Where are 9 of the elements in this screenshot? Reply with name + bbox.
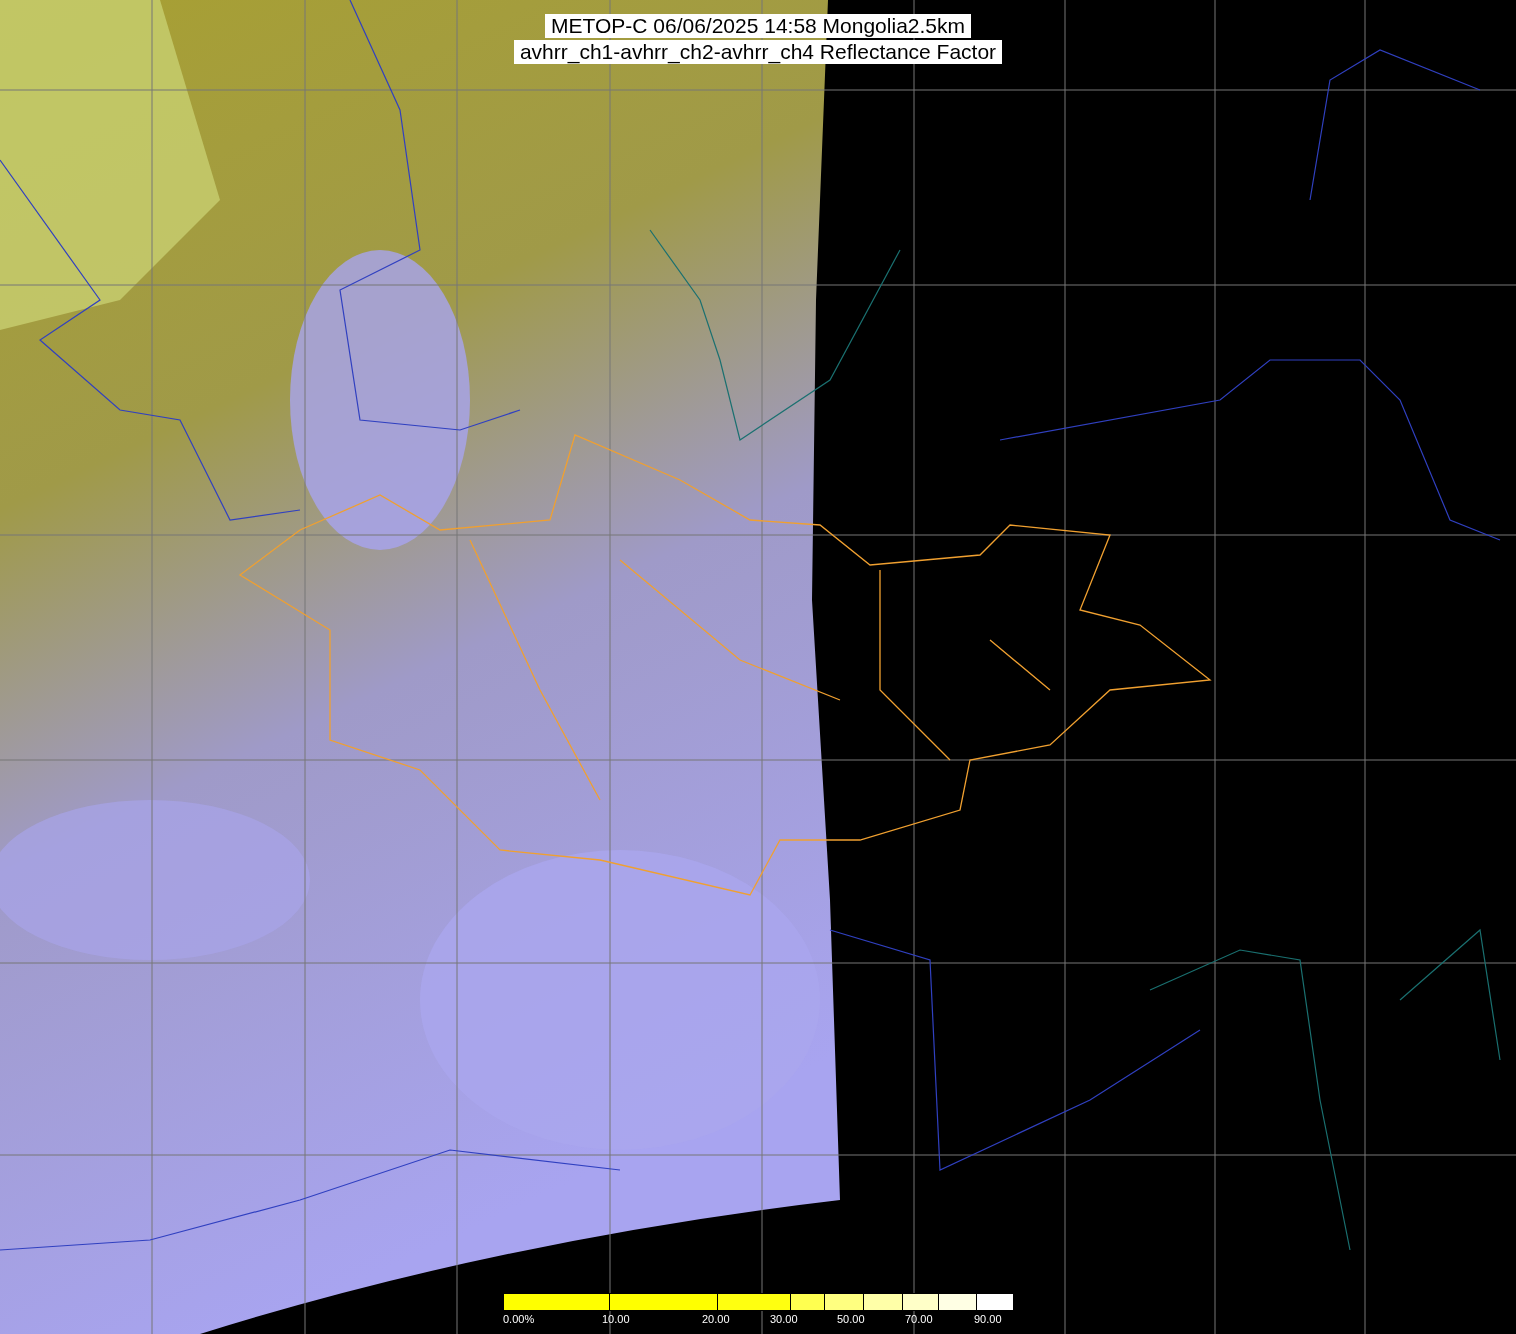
colorbar-tick-label: 20.00: [702, 1312, 730, 1326]
colorbar-tick-label: 50.00: [837, 1312, 865, 1326]
colorbar-tick-label: 10.00: [602, 1312, 630, 1326]
colorbar-tick-label: 30.00: [770, 1312, 798, 1326]
colorbar-tick-label: 90.00: [974, 1312, 1002, 1326]
colorbar-tick-label: 70.00: [905, 1312, 933, 1326]
colorbar-tick-label: 0.00%: [503, 1312, 535, 1326]
map-title: METOP-C 06/06/2025 14:58 Mongolia2.5km: [545, 14, 971, 38]
map-title: avhrr_ch1-avhrr_ch2-avhrr_ch4 Reflectance Factor: [513, 40, 1003, 64]
